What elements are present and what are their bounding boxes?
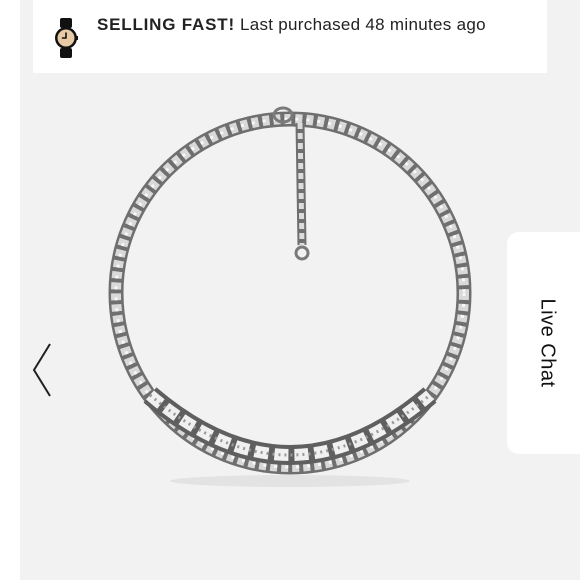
banner-message: Last purchased 48 minutes ago — [239, 15, 486, 34]
live-chat-label: Live Chat — [536, 298, 559, 388]
live-chat-tab[interactable]: Live Chat — [507, 232, 580, 454]
product-image — [108, 106, 472, 487]
banner-text: SELLING FAST! Last purchased 48 minutes … — [97, 14, 527, 36]
selling-fast-banner: SELLING FAST! Last purchased 48 minutes … — [33, 0, 547, 73]
banner-headline: SELLING FAST! — [97, 15, 235, 34]
watch-icon — [55, 18, 78, 58]
chevron-left-icon[interactable] — [30, 342, 54, 398]
